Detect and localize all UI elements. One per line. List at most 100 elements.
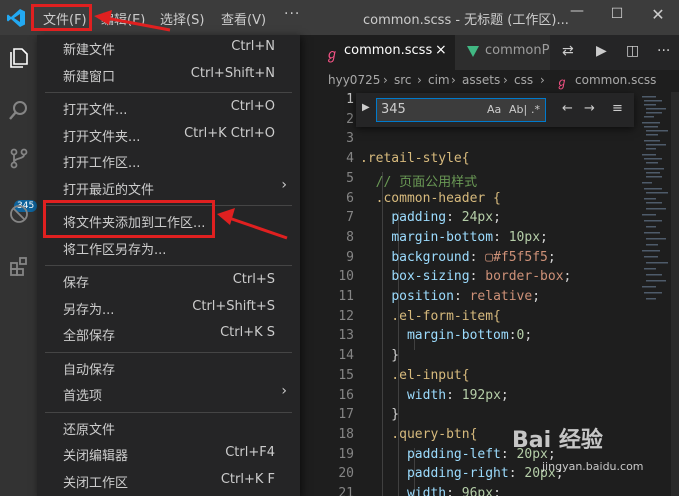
file-menu-item[interactable]: 首选项 › bbox=[63, 383, 293, 405]
line-number: 12 bbox=[338, 308, 354, 324]
line-number: 9 bbox=[346, 249, 354, 265]
watermark-url: jingyan.baidu.com bbox=[542, 460, 644, 473]
line-number: 21 bbox=[338, 486, 354, 496]
menu-item-label: 打开文件夹... bbox=[63, 129, 141, 145]
tab-common-scss[interactable]: ℊ common.scss × bbox=[300, 35, 455, 70]
file-menu-item[interactable]: 打开文件夹... Ctrl+K Ctrl+O bbox=[63, 124, 293, 146]
vertical-scrollbar[interactable] bbox=[671, 92, 679, 496]
compare-changes-icon[interactable]: ⇄ bbox=[562, 43, 574, 59]
line-number: 16 bbox=[338, 387, 354, 403]
toggle-replace-icon[interactable]: ▶ bbox=[362, 102, 370, 113]
use-regex-button[interactable]: .* bbox=[531, 103, 540, 116]
match-whole-word-button[interactable]: Ab| bbox=[509, 103, 527, 116]
menu-item-label: 打开文件... bbox=[63, 103, 128, 118]
menu-item-label: 还原文件 bbox=[63, 422, 116, 438]
menu-more[interactable]: ··· bbox=[284, 6, 300, 22]
debug-icon[interactable] bbox=[8, 203, 30, 225]
menu-view[interactable]: 查看(V) bbox=[221, 9, 266, 28]
line-number: 19 bbox=[338, 446, 354, 462]
line-number: 3 bbox=[346, 131, 354, 147]
vue-file-icon bbox=[467, 46, 479, 57]
code-line: .retail-style{ bbox=[360, 151, 470, 167]
search-icon[interactable] bbox=[8, 99, 30, 121]
highlight-box-add-folder bbox=[43, 200, 215, 238]
line-number: 2 bbox=[346, 111, 354, 127]
breadcrumb-item[interactable]: src bbox=[394, 73, 412, 87]
code-line: } bbox=[360, 348, 400, 364]
file-menu-item[interactable]: 新建文件 Ctrl+N bbox=[63, 37, 293, 59]
extensions-icon[interactable] bbox=[8, 255, 30, 277]
file-menu-item[interactable]: 关闭工作区 Ctrl+K F bbox=[63, 470, 293, 492]
file-menu-item[interactable]: 保存 Ctrl+S bbox=[63, 270, 293, 292]
file-menu-item[interactable]: 打开工作区... bbox=[63, 150, 293, 172]
menu-item-shortcut: Ctrl+K F bbox=[220, 471, 275, 487]
menu-item-shortcut: Ctrl+K Ctrl+O bbox=[184, 125, 275, 141]
submenu-chevron-icon: › bbox=[281, 383, 287, 399]
breadcrumb-item[interactable]: hyy0725 bbox=[328, 73, 380, 87]
file-menu-item[interactable]: 关闭编辑器 Ctrl+F4 bbox=[63, 443, 293, 465]
annotation-arrow-icon bbox=[217, 208, 288, 240]
close-window-button[interactable]: ✕ bbox=[648, 5, 668, 25]
file-menu-item[interactable]: 打开最近的文件 › bbox=[63, 177, 293, 199]
code-line: margin-bottom: 10px; bbox=[391, 229, 548, 245]
menu-item-shortcut: Ctrl+N bbox=[231, 39, 275, 54]
explorer-files-icon[interactable] bbox=[8, 47, 30, 69]
close-tab-icon[interactable]: × bbox=[435, 42, 447, 58]
sass-file-icon: ℊ bbox=[325, 47, 339, 63]
file-menu-dropdown: 新建文件 Ctrl+N 新建窗口 Ctrl+Shift+N 打开文件... Ctrl+O 打… bbox=[37, 35, 300, 496]
code-line: // 页面公用样式 bbox=[360, 174, 478, 190]
maximize-button[interactable]: ☐ bbox=[607, 6, 627, 26]
menu-separator bbox=[45, 92, 292, 93]
menu-item-label: 另存为... bbox=[63, 302, 115, 318]
next-match-icon[interactable]: → bbox=[584, 101, 595, 116]
code-line: } bbox=[360, 407, 400, 423]
activity-bar: 345 bbox=[0, 35, 38, 496]
menu-item-label: 新建文件 bbox=[63, 43, 116, 58]
file-menu-item[interactable]: 全部保存 Ctrl+K S bbox=[63, 323, 293, 345]
split-editor-icon[interactable]: ◫ bbox=[626, 43, 639, 59]
line-number: 13 bbox=[338, 328, 354, 344]
menu-item-shortcut: Ctrl+K S bbox=[220, 325, 275, 340]
breadcrumb-separator: › bbox=[451, 73, 456, 87]
source-control-icon[interactable] bbox=[8, 147, 30, 169]
menu-item-shortcut: Ctrl+S bbox=[232, 272, 275, 287]
editor-tabs: ℊ common.scss × commonP ⇄ ▶ ◫ ··· bbox=[300, 35, 679, 70]
line-number: 17 bbox=[338, 407, 354, 423]
window-title: common.scss - 无标题 (工作区)... bbox=[363, 13, 569, 28]
code-line: .common-header { bbox=[360, 190, 501, 206]
vscode-logo-icon[interactable] bbox=[6, 8, 26, 28]
menu-item-label: 全部保存 bbox=[63, 329, 116, 344]
file-menu-item[interactable]: 自动保存 bbox=[63, 357, 293, 379]
find-input[interactable]: 345 Aa Ab| .* bbox=[376, 98, 546, 122]
match-case-button[interactable]: Aa bbox=[487, 103, 501, 116]
run-icon[interactable]: ▶ bbox=[596, 43, 607, 59]
line-number: 14 bbox=[338, 348, 354, 364]
breadcrumb-item[interactable]: css bbox=[514, 73, 533, 87]
watermark-brand: Bai 经验 bbox=[512, 428, 603, 453]
menu-item-shortcut: Ctrl+F4 bbox=[225, 445, 275, 460]
code-line: margin-bottom:0; bbox=[406, 328, 533, 344]
minimize-button[interactable]: — bbox=[567, 3, 587, 23]
breadcrumb-item[interactable]: common.scss bbox=[575, 73, 656, 87]
tab-common-vue[interactable]: commonP bbox=[455, 35, 550, 70]
breadcrumb-item[interactable]: assets bbox=[462, 73, 500, 87]
line-number: 7 bbox=[346, 210, 354, 226]
line-number-gutter: 1 2 3 4 5 6 7 8 9 10 11 12 13 14 15 16 17 18 19 20 21 bbox=[300, 92, 360, 496]
file-menu-item[interactable]: 还原文件 bbox=[63, 417, 293, 439]
file-menu-item[interactable]: 另存为... Ctrl+Shift+S bbox=[63, 297, 293, 319]
line-number: 6 bbox=[346, 190, 354, 206]
file-menu-item[interactable]: 打开文件... Ctrl+O bbox=[63, 97, 293, 119]
code-line: .el-form-item{ bbox=[360, 308, 501, 324]
annotation-arrow-icon bbox=[94, 10, 171, 32]
submenu-chevron-icon: › bbox=[281, 176, 287, 193]
breadcrumb-item[interactable]: cim bbox=[428, 73, 450, 87]
line-number: 5 bbox=[346, 170, 354, 186]
more-actions-icon[interactable]: ··· bbox=[657, 43, 670, 59]
previous-match-icon[interactable]: ← bbox=[562, 101, 573, 116]
find-selection-icon[interactable]: ≡ bbox=[612, 101, 623, 116]
code-line: width: 192px; bbox=[406, 387, 509, 403]
find-widget: ▶ 345 Aa Ab| .* ← → ≡ bbox=[356, 93, 634, 127]
menu-separator bbox=[45, 351, 292, 353]
code-line: padding: 24px; bbox=[391, 210, 501, 226]
file-menu-item[interactable]: 新建窗口 Ctrl+Shift+N bbox=[63, 64, 293, 86]
